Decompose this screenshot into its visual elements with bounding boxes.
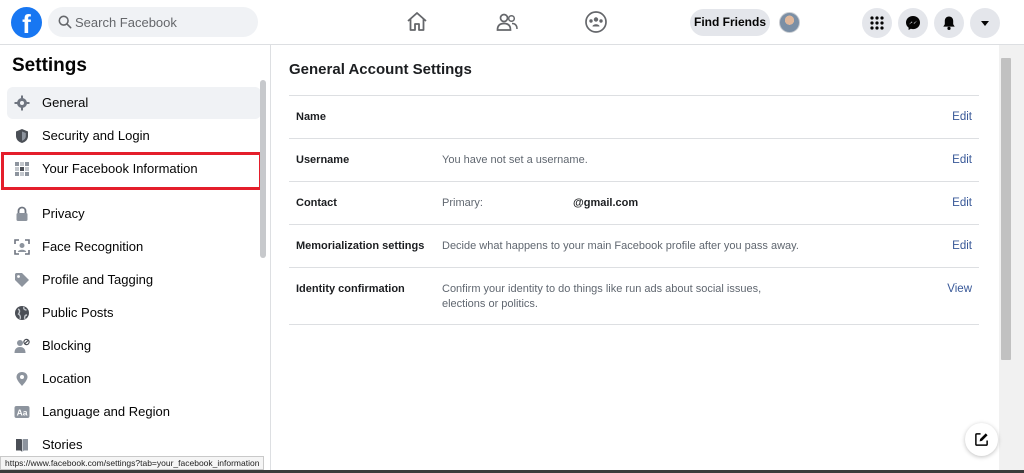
- search-input[interactable]: [75, 7, 250, 37]
- menu-grid-icon: [870, 16, 884, 30]
- edit-name-link[interactable]: Edit: [952, 111, 972, 123]
- status-bar-url: https://www.facebook.com/settings?tab=yo…: [0, 456, 265, 470]
- location-pin-icon: [16, 372, 28, 386]
- sidebar-title: Settings: [12, 55, 87, 76]
- setting-label: Memorialization settings: [296, 240, 425, 252]
- messenger-button[interactable]: [898, 8, 928, 38]
- profile-avatar[interactable]: [779, 12, 800, 33]
- settings-row-identity-confirmation[interactable]: Identity confirmation Confirm your ident…: [289, 268, 979, 325]
- sidebar-item-label: Location: [42, 371, 92, 386]
- top-navigation-bar: f Find Friends: [0, 0, 1024, 45]
- setting-value: You have not set a username.: [442, 154, 588, 166]
- sidebar-item-general[interactable]: General: [7, 87, 261, 119]
- page-title: General Account Settings: [289, 61, 472, 78]
- messenger-icon: [906, 16, 920, 30]
- new-message-button[interactable]: [965, 423, 998, 456]
- setting-label: Name: [296, 111, 326, 123]
- edit-username-link[interactable]: Edit: [952, 154, 972, 166]
- globe-icon: [15, 306, 29, 320]
- sidebar-item-label: General: [42, 95, 89, 110]
- sidebar-item-privacy[interactable]: Privacy: [7, 198, 261, 230]
- sidebar-item-language-and-region[interactable]: Aa Language and Region: [7, 396, 261, 428]
- sidebar-item-label: Privacy: [42, 206, 85, 221]
- sidebar-item-public-posts[interactable]: Public Posts: [7, 297, 261, 329]
- book-icon: [16, 439, 28, 452]
- sidebar-item-label: Language and Region: [42, 404, 170, 419]
- setting-value: Confirm your identity to do things like …: [442, 283, 762, 310]
- settings-row-name[interactable]: Name Edit: [289, 96, 979, 139]
- notifications-button[interactable]: [934, 8, 964, 38]
- settings-row-username[interactable]: Username You have not set a username. Ed…: [289, 139, 979, 182]
- sidebar-item-label: Public Posts: [42, 305, 114, 320]
- sidebar-item-face-recognition[interactable]: Face Recognition: [7, 231, 261, 263]
- settings-row-memorialization[interactable]: Memorialization settings Decide what hap…: [289, 225, 979, 268]
- lock-icon: [16, 206, 28, 221]
- sidebar-item-security-and-login[interactable]: Security and Login: [7, 120, 261, 152]
- face-scan-icon: [14, 239, 30, 255]
- sidebar-item-profile-and-tagging[interactable]: Profile and Tagging: [7, 264, 261, 296]
- settings-table: Name Edit Username You have not set a us…: [289, 95, 979, 325]
- general-account-settings-panel: General Account Settings Name Edit Usern…: [271, 45, 999, 473]
- home-icon[interactable]: [405, 10, 429, 34]
- language-icon: Aa: [14, 406, 30, 418]
- friends-icon[interactable]: [495, 10, 519, 34]
- sidebar-scrollbar[interactable]: [260, 80, 266, 258]
- page-scrollbar-thumb[interactable]: [1001, 58, 1011, 360]
- find-friends-button[interactable]: Find Friends: [690, 9, 770, 36]
- sidebar-item-label: Profile and Tagging: [42, 272, 154, 287]
- highlight-annotation-box: [1, 152, 262, 190]
- svg-text:Aa: Aa: [17, 408, 28, 418]
- sidebar-item-label: Blocking: [42, 338, 92, 353]
- search-box[interactable]: [48, 7, 258, 37]
- view-identity-confirmation-link[interactable]: View: [947, 283, 972, 295]
- sidebar-item-label: Stories: [42, 437, 83, 452]
- gear-icon: [14, 95, 30, 111]
- block-user-icon: [14, 338, 30, 353]
- edit-contact-link[interactable]: Edit: [952, 197, 972, 209]
- account-menu-button[interactable]: [970, 8, 1000, 38]
- shield-icon: [16, 129, 28, 143]
- menu-button[interactable]: [862, 8, 892, 38]
- setting-value: Decide what happens to your main Faceboo…: [442, 240, 799, 252]
- settings-sidebar: Settings General Security and Login Your…: [0, 45, 271, 473]
- facebook-logo[interactable]: f: [11, 7, 42, 38]
- setting-label: Contact: [296, 197, 337, 209]
- contact-email: @gmail.com: [573, 197, 639, 209]
- edit-memorialization-link[interactable]: Edit: [952, 240, 972, 252]
- tag-icon: [15, 273, 29, 287]
- setting-label: Username: [296, 154, 350, 166]
- compose-icon: [975, 433, 988, 446]
- setting-value: Primary:: [442, 197, 483, 209]
- search-icon: [58, 15, 72, 29]
- setting-label: Identity confirmation: [296, 283, 405, 295]
- notifications-bell-icon: [943, 16, 955, 30]
- sidebar-item-label: Security and Login: [42, 128, 150, 143]
- settings-row-contact[interactable]: Contact Primary: @gmail.com Edit: [289, 182, 979, 225]
- sidebar-item-label: Face Recognition: [42, 239, 144, 254]
- account-caret-icon: [981, 21, 989, 26]
- groups-icon[interactable]: [584, 10, 608, 34]
- sidebar-item-location[interactable]: Location: [7, 363, 261, 395]
- sidebar-item-blocking[interactable]: Blocking: [7, 330, 261, 362]
